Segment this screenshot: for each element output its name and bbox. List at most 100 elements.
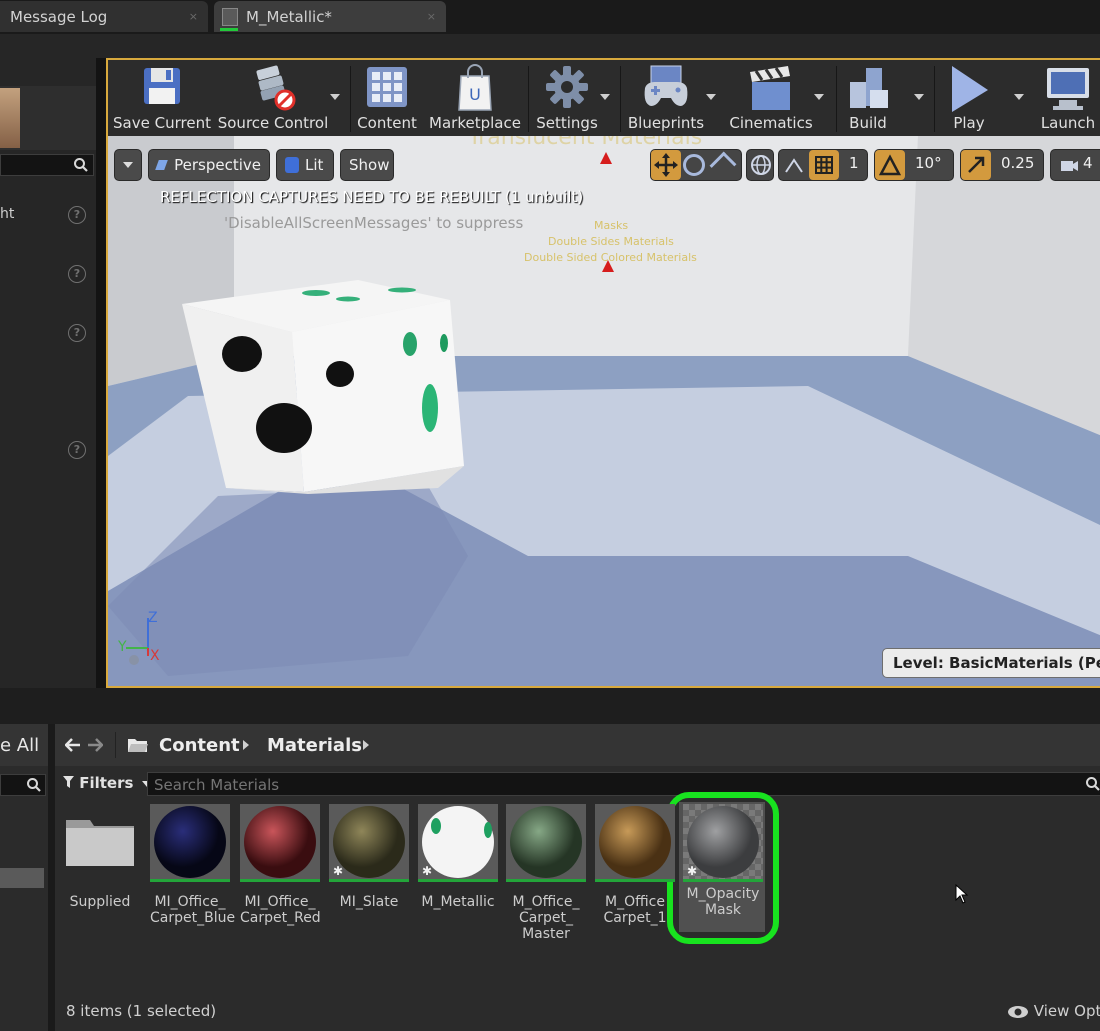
blueprints-button[interactable]: Blueprints <box>624 60 708 136</box>
asset-type-bar <box>240 879 320 882</box>
sources-search-input[interactable] <box>0 774 46 796</box>
perspective-button[interactable]: Perspective <box>148 149 270 181</box>
chevron-down-icon[interactable] <box>600 94 610 100</box>
translate-mode-icon[interactable] <box>651 150 681 180</box>
help-icon[interactable]: ? <box>68 265 86 283</box>
level-viewport[interactable]: Translucent Materials Z Y X Perspective … <box>106 136 1100 688</box>
tab-m-metallic[interactable]: M_Metallic* × <box>214 1 446 32</box>
source-control-button[interactable]: Source Control <box>216 60 330 136</box>
breadcrumb-materials[interactable]: Materials <box>267 735 362 756</box>
editor-strip <box>0 34 1100 58</box>
toolbar-label: Blueprints <box>627 114 705 132</box>
details-row-label: ht <box>0 206 15 222</box>
axis-label-x: X <box>150 648 160 664</box>
forward-arrow-icon[interactable] <box>87 738 103 752</box>
grid-size-value[interactable]: 1 <box>849 154 859 172</box>
asset-tile[interactable]: MI_Office_ Carpet_Red <box>240 804 321 926</box>
gear-icon <box>546 66 588 108</box>
chevron-down-icon[interactable] <box>1014 94 1024 100</box>
material-editor-icon <box>222 8 238 26</box>
world-local-toggle[interactable] <box>746 149 774 181</box>
scale-mode-icon[interactable] <box>709 151 737 179</box>
scale-snap-icon[interactable] <box>961 150 991 180</box>
close-icon[interactable]: × <box>189 10 198 23</box>
panel-splitter[interactable] <box>96 58 106 688</box>
nav-separator <box>115 732 116 758</box>
content-grid-icon <box>367 67 407 107</box>
save-all-button[interactable]: e All <box>0 724 48 766</box>
panel-separator <box>0 688 1100 724</box>
play-button[interactable]: Play <box>938 60 1000 136</box>
surface-snap-icon[interactable] <box>783 154 805 176</box>
tab-message-log[interactable]: Message Log × <box>0 1 208 32</box>
lit-button[interactable]: Lit <box>276 149 334 181</box>
marketplace-button[interactable]: U Marketplace <box>426 60 524 136</box>
asset-tile-folder[interactable]: Supplied <box>60 804 140 910</box>
monitor-icon <box>1047 68 1089 110</box>
rotation-snap-icon[interactable] <box>875 150 905 180</box>
scale-snap-value[interactable]: 0.25 <box>1001 154 1034 172</box>
material-thumbnail: ✱ <box>683 804 763 882</box>
chevron-down-icon[interactable] <box>330 94 340 100</box>
axis-label-y: Y <box>118 639 127 655</box>
asset-type-bar <box>329 879 409 882</box>
build-button[interactable]: Build <box>838 60 898 136</box>
chevron-down-icon[interactable] <box>814 94 824 100</box>
cinematics-button[interactable]: Cinematics <box>726 60 816 136</box>
view-options-button[interactable]: View Optio <box>1007 1002 1100 1020</box>
chevron-down-icon[interactable] <box>706 94 716 100</box>
breadcrumb-content[interactable]: Content <box>159 735 240 756</box>
camera-speed-group[interactable]: 4 <box>1050 149 1100 181</box>
clapperboard-icon <box>750 66 790 110</box>
chevron-right-icon[interactable] <box>363 740 369 750</box>
asset-tile-selected[interactable]: ✱ M_Opacity Mask <box>683 804 763 918</box>
chevron-down-icon[interactable] <box>914 94 924 100</box>
viewport-options-button[interactable] <box>114 149 142 181</box>
filters-button[interactable]: Filters <box>63 774 152 792</box>
help-icon[interactable]: ? <box>68 441 86 459</box>
content-button[interactable]: Content <box>354 60 420 136</box>
warning-message: REFLECTION CAPTURES NEED TO BE REBUILT (… <box>160 188 584 206</box>
asset-label: MI_Office_ Carpet_Red <box>240 894 321 926</box>
save-all-label: e All <box>0 735 40 756</box>
asset-tile[interactable]: M_Office_ Carpet_ Master <box>506 804 586 942</box>
asset-tile[interactable]: ✱ MI_Slate <box>329 804 409 910</box>
rotation-snap-value[interactable]: 10° <box>915 154 942 172</box>
content-browser-nav: Content Materials <box>55 724 1100 766</box>
folder-open-icon[interactable] <box>127 736 149 754</box>
toolbar-separator <box>620 66 621 132</box>
tab-active-indicator <box>220 28 238 31</box>
launch-button[interactable]: Launch <box>1034 60 1100 136</box>
asset-tile[interactable]: M_Office Carpet_1 <box>595 804 675 926</box>
selected-folder-row[interactable] <box>0 868 44 888</box>
settings-button[interactable]: Settings <box>532 60 602 136</box>
asset-tile[interactable]: ✱ M_Metallic <box>418 804 498 910</box>
panel-splitter[interactable] <box>48 724 55 1031</box>
toolbar-separator <box>528 66 529 132</box>
help-icon[interactable]: ? <box>68 206 86 224</box>
asset-tile[interactable]: MI_Office_ Carpet_Blue <box>150 804 235 926</box>
current-level-badge: Level: BasicMaterials (Persist <box>882 648 1100 678</box>
material-thumbnail <box>240 804 320 882</box>
perspective-icon <box>155 160 168 170</box>
save-current-button[interactable]: Save Current <box>112 60 212 136</box>
floppy-disk-icon <box>144 68 180 104</box>
back-arrow-icon[interactable] <box>65 738 81 752</box>
instance-icon: ✱ <box>422 864 433 878</box>
chevron-right-icon[interactable] <box>243 740 249 750</box>
lit-mode-icon <box>285 157 299 173</box>
folder-icon <box>60 804 140 882</box>
details-search-input[interactable] <box>0 154 94 176</box>
material-thumbnail: ✱ <box>329 804 409 882</box>
search-materials-input[interactable] <box>147 772 1100 796</box>
asset-label: M_Office_ Carpet_ Master <box>512 894 580 942</box>
rotate-mode-icon[interactable] <box>683 154 705 176</box>
search-icon <box>27 778 41 792</box>
help-icon[interactable]: ? <box>68 324 86 342</box>
show-label: Show <box>349 156 390 174</box>
close-icon[interactable]: × <box>427 10 436 23</box>
sources-panel: e All <box>0 724 48 1031</box>
grid-snap-icon[interactable] <box>809 150 839 180</box>
show-button[interactable]: Show <box>340 149 394 181</box>
material-thumbnail <box>595 804 675 882</box>
